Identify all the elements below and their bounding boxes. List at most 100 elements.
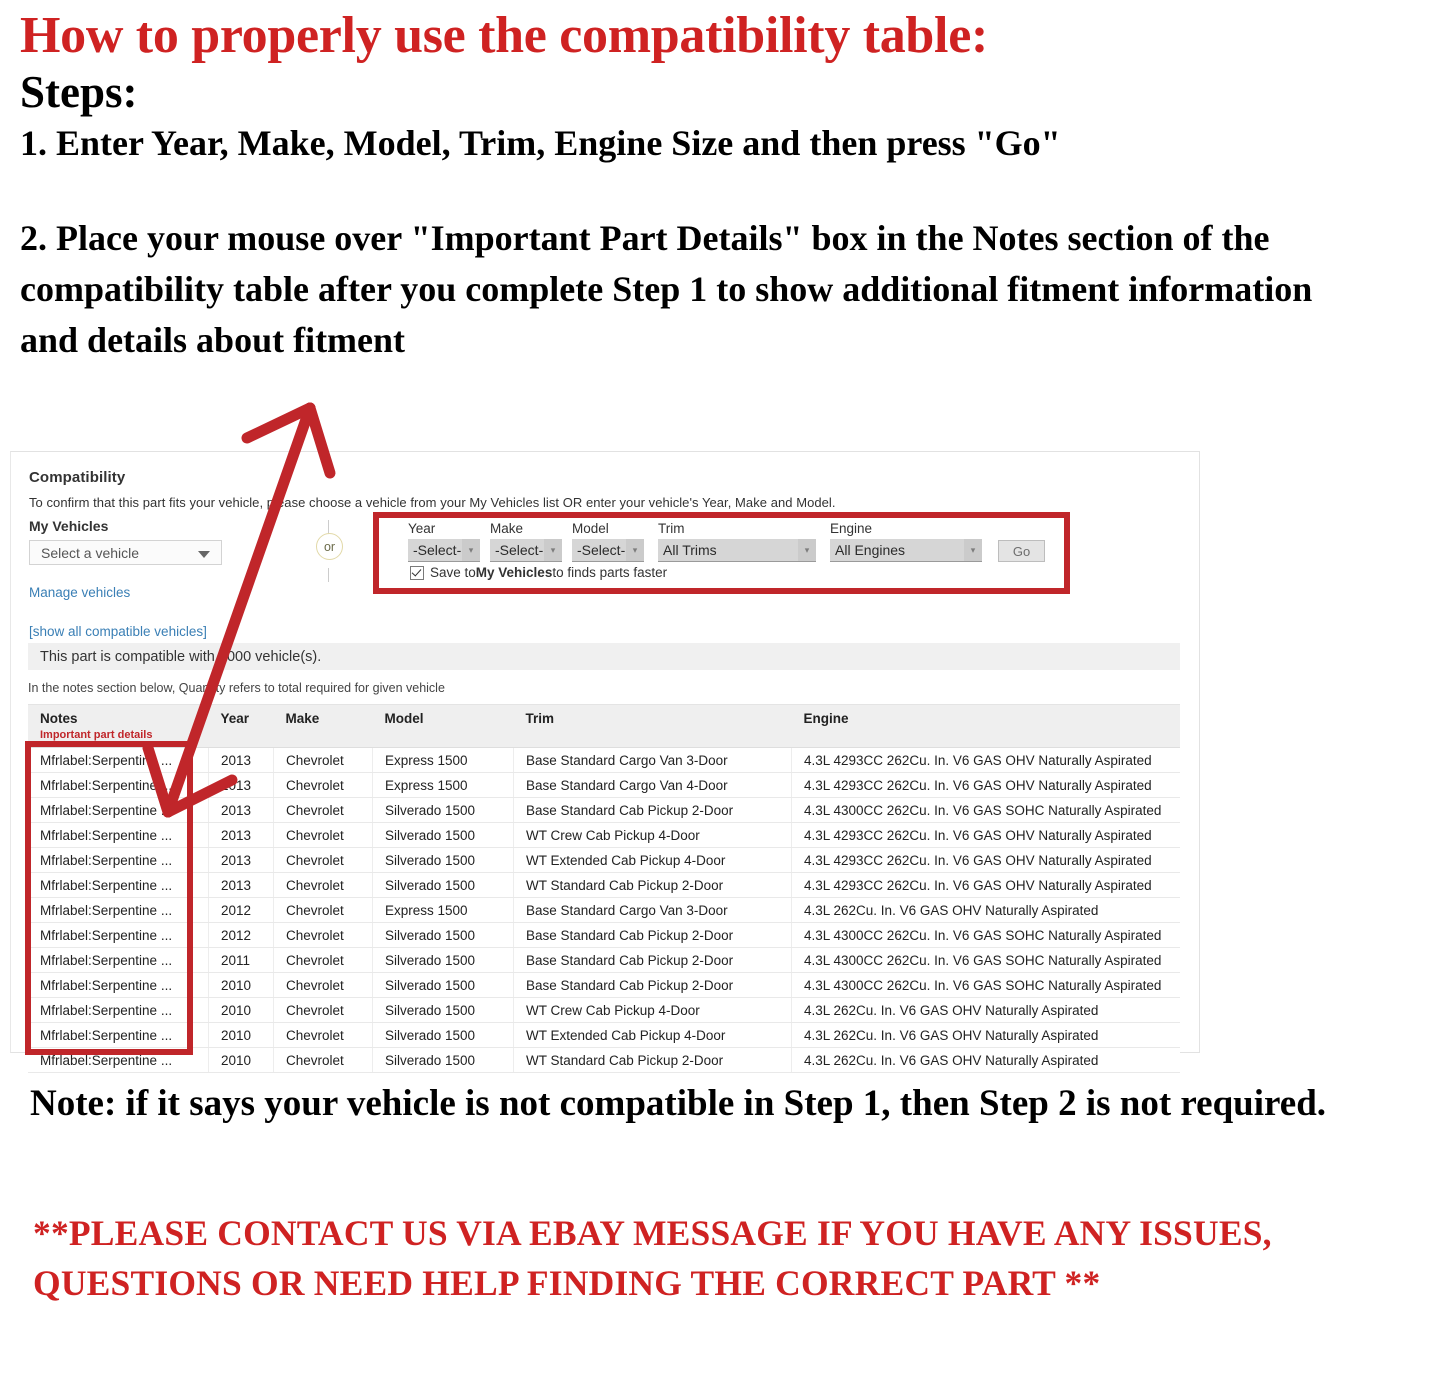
cell-notes[interactable]: Mfrlabel:Serpentine ... [28,1047,209,1073]
cell-make: Chevrolet [273,947,373,973]
cell-trim: Base Standard Cargo Van 3-Door [513,747,792,773]
table-row: Mfrlabel:Serpentine ... 2013 Chevrolet Silv… [28,847,1180,873]
or-divider-label: or [316,533,343,560]
chevron-down-icon [198,551,210,558]
compatibility-count-bar: This part is compatible with 1000 vehicl… [28,643,1180,670]
cell-trim: Base Standard Cab Pickup 2-Door [513,947,792,973]
notes-quantity-hint: In the notes section below, Quantity ref… [28,681,445,695]
cell-year: 2012 [208,897,274,923]
my-vehicles-select-value: Select a vehicle [41,544,140,561]
table-row: Mfrlabel:Serpentine ... 2010 Chevrolet Silv… [28,1022,1180,1048]
table-row: Mfrlabel:Serpentine ... 2012 Chevrolet Silv… [28,922,1180,948]
cell-model: Express 1500 [372,897,514,923]
cell-engine: 4.3L 4300CC 262Cu. In. V6 GAS SOHC Natur… [791,947,1180,973]
step-1-text: 1. Enter Year, Make, Model, Trim, Engine… [20,123,1061,164]
cell-model: Express 1500 [372,747,514,773]
cell-engine: 4.3L 4293CC 262Cu. In. V6 GAS OHV Natura… [791,747,1180,773]
cell-trim: Base Standard Cab Pickup 2-Door [513,797,792,823]
cell-notes[interactable]: Mfrlabel:Serpentine ... [28,947,209,973]
or-divider-line-top [328,520,329,534]
cell-model: Silverado 1500 [372,1047,514,1073]
cell-make: Chevrolet [273,972,373,998]
cell-engine: 4.3L 4300CC 262Cu. In. V6 GAS SOHC Natur… [791,922,1180,948]
cell-notes[interactable]: Mfrlabel:Serpentine ... [28,972,209,998]
cell-notes[interactable]: Mfrlabel:Serpentine ... [28,847,209,873]
instructions-block: How to properly use the compatibility ta… [18,8,1418,366]
table-row: Mfrlabel:Serpentine ... 2010 Chevrolet Silv… [28,1047,1180,1073]
cell-engine: 4.3L 4293CC 262Cu. In. V6 GAS OHV Natura… [791,822,1180,848]
cell-engine: 4.3L 262Cu. In. V6 GAS OHV Naturally Asp… [791,897,1180,923]
cell-trim: Base Standard Cab Pickup 2-Door [513,922,792,948]
header-model[interactable]: Model [372,704,514,748]
header-make[interactable]: Make [273,704,373,748]
cell-make: Chevrolet [273,872,373,898]
cell-notes[interactable]: Mfrlabel:Serpentine ... [28,822,209,848]
compatibility-table: Notes Important part details Year Make M… [28,704,1180,1073]
cell-engine: 4.3L 262Cu. In. V6 GAS OHV Naturally Asp… [791,997,1180,1023]
step-2-text: 2. Place your mouse over "Important Part… [20,217,1313,361]
compatibility-heading: Compatibility [29,469,126,486]
my-vehicles-label: My Vehicles [29,518,109,534]
cell-model: Silverado 1500 [372,947,514,973]
my-vehicles-select[interactable]: Select a vehicle [29,540,222,565]
compatibility-subtext: To confirm that this part fits your vehi… [29,495,836,510]
cell-trim: Base Standard Cab Pickup 2-Door [513,972,792,998]
cell-model: Silverado 1500 [372,997,514,1023]
cell-year: 2013 [208,872,274,898]
cell-make: Chevrolet [273,747,373,773]
cell-engine: 4.3L 4300CC 262Cu. In. V6 GAS SOHC Natur… [791,797,1180,823]
cell-notes[interactable]: Mfrlabel:Serpentine ... [28,772,209,798]
cell-year: 2011 [208,947,274,973]
cell-model: Silverado 1500 [372,922,514,948]
header-engine[interactable]: Engine [791,704,1180,748]
table-row: Mfrlabel:Serpentine ... 2013 Chevrolet Expr… [28,772,1180,798]
cell-make: Chevrolet [273,822,373,848]
header-year[interactable]: Year [208,704,274,748]
or-divider-line-bottom [328,568,329,582]
cell-notes[interactable]: Mfrlabel:Serpentine ... [28,747,209,773]
cell-notes[interactable]: Mfrlabel:Serpentine ... [28,872,209,898]
header-important-part-details: Important part details [40,729,153,741]
cell-model: Silverado 1500 [372,1022,514,1048]
cell-engine: 4.3L 4293CC 262Cu. In. V6 GAS OHV Natura… [791,847,1180,873]
cell-trim: Base Standard Cargo Van 3-Door [513,897,792,923]
cell-make: Chevrolet [273,847,373,873]
cell-notes[interactable]: Mfrlabel:Serpentine ... [28,1022,209,1048]
cell-make: Chevrolet [273,772,373,798]
cell-trim: WT Extended Cab Pickup 4-Door [513,1022,792,1048]
cell-trim: WT Extended Cab Pickup 4-Door [513,847,792,873]
cell-notes[interactable]: Mfrlabel:Serpentine ... [28,797,209,823]
cell-trim: WT Standard Cab Pickup 2-Door [513,1047,792,1073]
cell-make: Chevrolet [273,997,373,1023]
cell-notes[interactable]: Mfrlabel:Serpentine ... [28,997,209,1023]
header-notes[interactable]: Notes Important part details [28,704,209,748]
annotation-arrow-head-top-left [241,402,316,444]
or-divider: or [314,520,344,582]
cell-year: 2013 [208,797,274,823]
table-row: Mfrlabel:Serpentine ... 2013 Chevrolet Expr… [28,747,1180,773]
table-row: Mfrlabel:Serpentine ... 2011 Chevrolet Silv… [28,947,1180,973]
cell-model: Silverado 1500 [372,822,514,848]
cell-notes[interactable]: Mfrlabel:Serpentine ... [28,897,209,923]
manage-vehicles-link[interactable]: Manage vehicles [29,585,259,600]
cell-year: 2010 [208,997,274,1023]
cell-make: Chevrolet [273,1022,373,1048]
cell-notes[interactable]: Mfrlabel:Serpentine ... [28,922,209,948]
cell-make: Chevrolet [273,797,373,823]
cell-engine: 4.3L 4293CC 262Cu. In. V6 GAS OHV Natura… [791,872,1180,898]
table-row: Mfrlabel:Serpentine ... 2010 Chevrolet Silv… [28,997,1180,1023]
cell-year: 2010 [208,972,274,998]
header-trim[interactable]: Trim [513,704,792,748]
cell-model: Silverado 1500 [372,972,514,998]
footer-note: Note: if it says your vehicle is not com… [30,1083,1327,1124]
cell-year: 2010 [208,1047,274,1073]
cell-make: Chevrolet [273,922,373,948]
compatibility-table-head: Notes Important part details Year Make M… [28,704,1180,748]
cell-trim: WT Crew Cab Pickup 4-Door [513,997,792,1023]
cell-trim: WT Standard Cab Pickup 2-Door [513,872,792,898]
cell-trim: WT Crew Cab Pickup 4-Door [513,822,792,848]
show-all-compatible-vehicles-link[interactable]: [show all compatible vehicles] [29,624,259,639]
cell-model: Express 1500 [372,772,514,798]
cell-year: 2012 [208,922,274,948]
table-header-row: Notes Important part details Year Make M… [28,704,1180,748]
